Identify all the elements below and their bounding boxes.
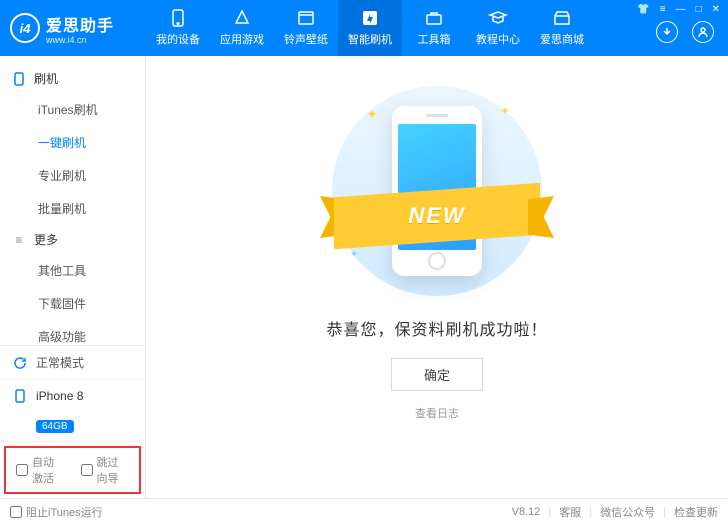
nav-label: 工具箱 <box>418 31 451 47</box>
status-bar: 阻止iTunes运行 V8.12 | 客服 | 微信公众号 | 检查更新 <box>0 498 728 524</box>
skip-setup-checkbox[interactable]: 跳过向导 <box>81 454 130 486</box>
maximize-icon[interactable]: □ <box>696 4 702 15</box>
skip-setup-input[interactable] <box>81 464 93 476</box>
sidebar-item-batch-flash[interactable]: 批量刷机 <box>0 192 145 225</box>
sidebar-item-advanced[interactable]: 高级功能 <box>0 320 145 345</box>
device-storage-badge: 64GB <box>36 420 74 433</box>
store-icon <box>552 9 572 27</box>
toolbox-icon <box>424 9 444 27</box>
nav-apps[interactable]: 应用游戏 <box>210 0 274 56</box>
sidebar-item-itunes-flash[interactable]: iTunes刷机 <box>0 93 145 126</box>
nav-label: 智能刷机 <box>348 31 392 47</box>
apps-icon <box>232 9 252 27</box>
nav-tutorial[interactable]: 教程中心 <box>466 0 530 56</box>
checkbox-label: 自动激活 <box>32 454 65 486</box>
sidebar-group-flash[interactable]: 刷机 <box>0 64 145 93</box>
ribbon-text: NEW <box>408 203 465 229</box>
device-icon <box>168 9 188 27</box>
nav-ringtone[interactable]: 铃声壁纸 <box>274 0 338 56</box>
sidebar-group-title: 更多 <box>34 231 58 248</box>
device-mode-row[interactable]: 正常模式 <box>0 346 145 380</box>
tutorial-icon <box>488 9 508 27</box>
menu-icon[interactable]: ≡ <box>660 4 666 15</box>
brand-logo: i4 爱思助手 www.i4.cn <box>0 0 146 56</box>
nav-label: 应用游戏 <box>220 31 264 47</box>
nav-toolbox[interactable]: 工具箱 <box>402 0 466 56</box>
sidebar: 刷机 iTunes刷机 一键刷机 专业刷机 批量刷机 ≡ 更多 其他工具 下载固… <box>0 56 146 498</box>
success-message: 恭喜您，保资料刷机成功啦！ <box>326 316 547 340</box>
nav-label: 教程中心 <box>476 31 520 47</box>
nav-my-device[interactable]: 我的设备 <box>146 0 210 56</box>
refresh-icon <box>12 355 28 371</box>
media-icon <box>296 9 316 27</box>
sidebar-item-other-tools[interactable]: 其他工具 <box>0 254 145 287</box>
auto-activate-input[interactable] <box>16 464 28 476</box>
wechat-link[interactable]: 微信公众号 <box>600 504 655 520</box>
success-illustration: ✦ ✦ ✦ ✦ NEW <box>332 86 542 296</box>
app-header: i4 爱思助手 www.i4.cn 我的设备 应用游戏 铃声壁纸 智能刷机 工具… <box>0 0 728 56</box>
sidebar-group-more[interactable]: ≡ 更多 <box>0 225 145 254</box>
block-itunes-input[interactable] <box>10 506 22 518</box>
nav-flash[interactable]: 智能刷机 <box>338 0 402 56</box>
sidebar-group-title: 刷机 <box>34 70 58 87</box>
brand-mark-icon: i4 <box>10 13 40 43</box>
nav-label: 爱思商城 <box>540 31 584 47</box>
sidebar-item-pro-flash[interactable]: 专业刷机 <box>0 159 145 192</box>
brand-name: 爱思助手 <box>46 12 114 36</box>
nav-label: 铃声壁纸 <box>284 31 328 47</box>
support-link[interactable]: 客服 <box>559 504 581 520</box>
minimize-icon[interactable]: — <box>676 4 686 15</box>
block-itunes-checkbox[interactable]: 阻止iTunes运行 <box>10 504 103 520</box>
more-icon: ≡ <box>12 233 26 247</box>
view-log-link[interactable]: 查看日志 <box>415 405 459 421</box>
sparkle-icon: ✦ <box>350 249 358 260</box>
download-button[interactable] <box>656 21 678 43</box>
sparkle-icon: ✦ <box>500 104 510 118</box>
brand-url: www.i4.cn <box>46 36 114 45</box>
nav-label: 我的设备 <box>156 31 200 47</box>
ok-button[interactable]: 确定 <box>391 358 483 391</box>
sparkle-icon: ✦ <box>366 106 378 123</box>
highlighted-options: 自动激活 跳过向导 <box>4 446 141 494</box>
device-name: iPhone 8 <box>36 389 83 403</box>
sidebar-item-download-firmware[interactable]: 下载固件 <box>0 287 145 320</box>
main-content: ✦ ✦ ✦ ✦ NEW 恭喜您，保资料刷机成功啦！ 确定 查看日志 <box>146 56 728 498</box>
version-label: V8.12 <box>512 506 541 518</box>
auto-activate-checkbox[interactable]: 自动激活 <box>16 454 65 486</box>
skin-icon[interactable]: 👕 <box>637 4 649 15</box>
device-mode-label: 正常模式 <box>36 354 84 371</box>
flash-icon <box>360 9 380 27</box>
close-icon[interactable]: ✕ <box>712 4 720 15</box>
sidebar-item-onekey-flash[interactable]: 一键刷机 <box>0 126 145 159</box>
top-nav: 我的设备 应用游戏 铃声壁纸 智能刷机 工具箱 教程中心 爱思商城 <box>146 0 594 56</box>
window-controls: 👕 ≡ — □ ✕ <box>637 4 720 15</box>
new-ribbon: NEW <box>320 190 554 242</box>
checkbox-label: 阻止iTunes运行 <box>26 504 103 520</box>
header-tools: 👕 ≡ — □ ✕ <box>637 0 728 56</box>
device-row[interactable]: iPhone 8 64GB <box>0 380 145 442</box>
check-update-link[interactable]: 检查更新 <box>674 504 718 520</box>
phone-icon <box>12 72 26 86</box>
nav-store[interactable]: 爱思商城 <box>530 0 594 56</box>
device-small-icon <box>12 388 28 404</box>
checkbox-label: 跳过向导 <box>97 454 130 486</box>
account-button[interactable] <box>692 21 714 43</box>
